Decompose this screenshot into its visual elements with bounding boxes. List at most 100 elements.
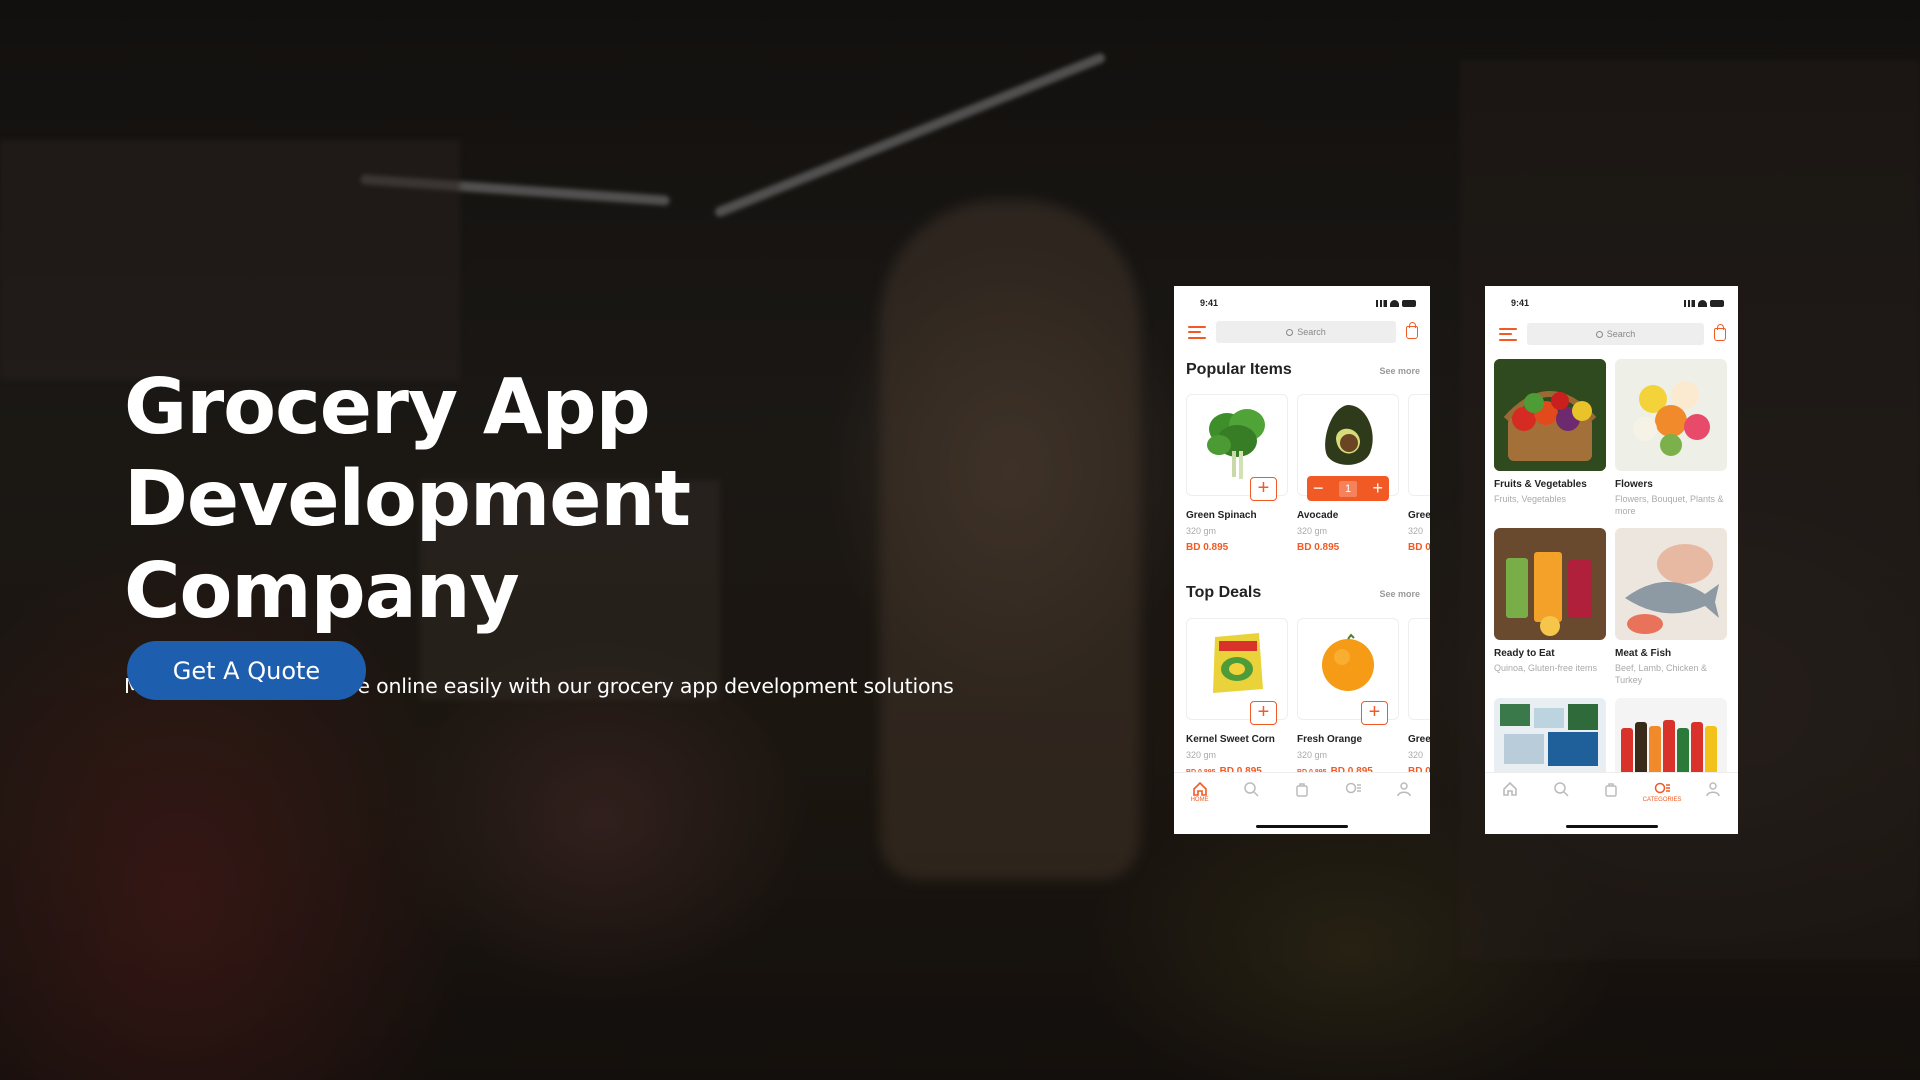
categories-icon [1345, 782, 1362, 794]
category-name: Meat & Fish [1615, 648, 1672, 659]
product-card[interactable]: + Green Spinach 320 gm BD 0.895 [1186, 394, 1288, 553]
vegetable-basket-image [1494, 359, 1606, 471]
product-price: BD 0 [1408, 542, 1430, 553]
spinach-image: + [1186, 394, 1288, 501]
search-icon [1286, 328, 1294, 336]
avocado-image: − 1 + [1297, 394, 1399, 501]
category-subtitle: Quinoa, Gluten-free items [1494, 663, 1598, 673]
phone-categories-screen: 9:41 Search Fruits & Vegetables Fruits, … [1485, 286, 1738, 834]
battery-icon [1402, 299, 1416, 307]
see-more-link[interactable]: See more [1379, 366, 1420, 376]
category-card[interactable]: Fruits & Vegetables Fruits, Vegetables [1494, 359, 1606, 505]
popular-items-header: Popular Items See more [1186, 361, 1420, 379]
hamburger-menu-icon[interactable] [1188, 325, 1206, 339]
categories-icon [1654, 782, 1671, 794]
tab-profile[interactable] [1389, 781, 1419, 834]
tab-home[interactable] [1495, 781, 1525, 834]
section-title: Popular Items [1186, 361, 1292, 378]
category-name: Fruits & Vegetables [1494, 479, 1587, 490]
tab-label: HOME [1190, 797, 1209, 803]
product-name: Gree [1408, 734, 1430, 745]
decrement-button[interactable]: − [1313, 478, 1324, 499]
product-price: BD 0.895 [1186, 542, 1229, 553]
increment-button[interactable]: + [1372, 478, 1383, 499]
product-price: BD 0.895 [1297, 542, 1340, 553]
product-card[interactable]: + Fresh Orange 320 gm BD 0.895BD 0.895 [1297, 618, 1399, 777]
see-more-link[interactable]: See more [1379, 589, 1420, 599]
category-card[interactable]: Flowers Flowers, Bouquet, Plants & more [1615, 359, 1727, 517]
tab-home[interactable]: HOME [1185, 781, 1215, 834]
section-title: Top Deals [1186, 584, 1262, 601]
hamburger-menu-icon[interactable] [1499, 327, 1517, 341]
hero-title-line2: Development Company [124, 455, 691, 636]
product-name: Avocade [1297, 510, 1339, 521]
category-name: Flowers [1615, 479, 1653, 490]
search-icon [1595, 330, 1603, 338]
hero-title-line1: Grocery App [124, 363, 651, 452]
product-image [1408, 394, 1430, 496]
home-icon [1503, 781, 1518, 796]
juice-image [1494, 528, 1606, 640]
product-name: Kernel Sweet Corn [1186, 734, 1275, 745]
product-weight: 320 gm [1186, 750, 1217, 760]
get-a-quote-button[interactable]: Get A Quote [127, 641, 366, 700]
wifi-icon [1698, 299, 1707, 307]
home-indicator [1565, 825, 1658, 828]
product-weight: 320 gm [1297, 750, 1328, 760]
bag-icon [1605, 783, 1618, 797]
phone-home-screen: 9:41 Search Popular Items See more + Gre… [1174, 286, 1430, 834]
signal-icon [1684, 299, 1695, 307]
add-to-cart-button[interactable]: + [1250, 477, 1277, 501]
category-subtitle: Beef, Lamb, Chicken & Turkey [1615, 663, 1708, 685]
product-weight: 320 gm [1297, 526, 1328, 536]
product-weight: 320 [1408, 526, 1424, 536]
product-card[interactable]: + Kernel Sweet Corn 320 gm BD 0.895BD 0.… [1186, 618, 1288, 777]
category-name: Ready to Eat [1494, 648, 1555, 659]
quantity-stepper[interactable]: − 1 + [1307, 476, 1389, 501]
signal-icon [1376, 299, 1387, 307]
add-to-cart-button[interactable]: + [1250, 701, 1277, 725]
top-deals-header: Top Deals See more [1186, 584, 1420, 602]
product-name: Fresh Orange [1297, 734, 1363, 745]
app-top-bar: Search [1499, 323, 1726, 345]
profile-icon [1397, 782, 1412, 797]
search-icon [1244, 782, 1259, 797]
category-subtitle: Fruits, Vegetables [1494, 494, 1567, 504]
bag-icon [1296, 783, 1308, 797]
tab-profile[interactable] [1698, 781, 1728, 834]
search-input[interactable]: Search [1527, 323, 1704, 345]
status-bar: 9:41 [1511, 296, 1724, 310]
product-card-partial[interactable]: Gree 320 BD 0 [1408, 394, 1430, 553]
status-time: 9:41 [1511, 298, 1530, 308]
search-input[interactable]: Search [1216, 321, 1396, 343]
status-time: 9:41 [1200, 298, 1219, 308]
category-subtitle: Flowers, Bouquet, Plants & more [1615, 494, 1724, 516]
flowers-image [1615, 359, 1727, 471]
search-placeholder: Search [1606, 329, 1636, 339]
product-card-partial[interactable]: Gree 320 BD 0 [1408, 618, 1430, 777]
hero-title: Grocery App Development Company [124, 362, 1024, 638]
category-card[interactable]: Meat & Fish Beef, Lamb, Chicken & Turkey [1615, 528, 1727, 686]
quantity-value: 1 [1338, 480, 1358, 497]
orange-image: + [1297, 618, 1399, 725]
add-to-cart-button[interactable]: + [1361, 701, 1388, 725]
status-bar: 9:41 [1200, 296, 1416, 310]
home-icon [1192, 781, 1207, 796]
product-weight: 320 [1408, 750, 1424, 760]
home-indicator [1256, 825, 1348, 828]
product-name: Green Spinach [1186, 510, 1257, 521]
product-card[interactable]: − 1 + Avocade 320 gm BD 0.895 [1297, 394, 1399, 553]
search-placeholder: Search [1297, 327, 1326, 337]
cart-bag-icon[interactable] [1714, 323, 1726, 341]
profile-icon [1705, 782, 1720, 797]
meat-fish-image [1615, 528, 1727, 640]
app-top-bar: Search [1188, 321, 1418, 343]
product-name: Gree [1408, 510, 1430, 521]
corn-pack-image: + [1186, 618, 1288, 725]
cart-bag-icon[interactable] [1406, 321, 1418, 339]
product-image [1408, 618, 1430, 720]
tab-label: CATEGORIES [1642, 797, 1682, 803]
search-icon [1554, 782, 1569, 797]
battery-icon [1710, 299, 1724, 307]
category-card[interactable]: Ready to Eat Quinoa, Gluten-free items [1494, 528, 1606, 674]
